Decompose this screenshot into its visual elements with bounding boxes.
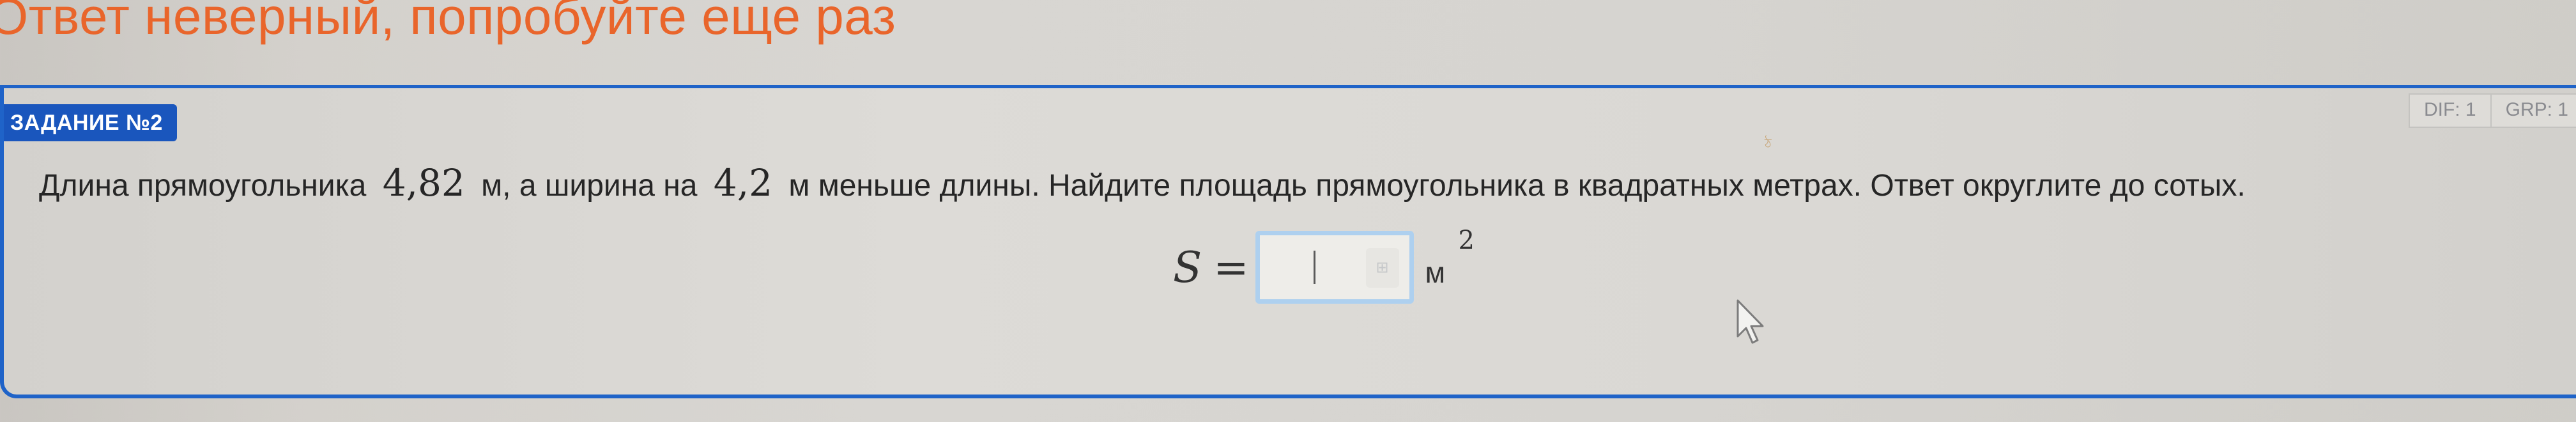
feedback-message: Ответ неверный, попробуйте еще раз xyxy=(0,0,896,45)
length-value: 4,82 xyxy=(382,161,465,205)
answer-unit: м 2 xyxy=(1425,226,1483,304)
difficulty-tag: DIF: 1 xyxy=(2423,99,2476,120)
equals-sign: = xyxy=(1213,242,1249,292)
statement-part-1: Длина прямоугольника xyxy=(39,169,367,203)
task-number-badge: ЗАДАНИЕ №2 xyxy=(4,104,177,141)
difference-value: 4,2 xyxy=(713,161,773,205)
answer-input[interactable]: ⊞ xyxy=(1255,231,1414,304)
group-tag: GRP: 1 xyxy=(2490,95,2576,127)
unit-label: м xyxy=(1425,256,1446,289)
keypad-icon[interactable]: ⊞ xyxy=(1365,248,1399,288)
area-variable: S xyxy=(1173,242,1202,292)
problem-statement: Длина прямоугольника 4,82 м, а ширина на… xyxy=(39,152,2550,217)
task-meta-tags: DIF: 1 GRP: 1 xyxy=(2408,93,2576,128)
statement-part-2: м, а ширина на xyxy=(481,169,698,203)
mouse-cursor-icon xyxy=(1736,299,1764,344)
unit-exponent: 2 xyxy=(1458,226,1475,255)
statement-part-3: м меньше длины. Найдите площадь прямоуго… xyxy=(788,169,2246,203)
answer-row: S = ⊞ м 2 xyxy=(1173,223,1483,312)
text-caret xyxy=(1313,251,1315,284)
task-card: ЗАДАНИЕ №2 DIF: 1 GRP: 1 ঠ Длина прямоуг… xyxy=(0,85,2576,398)
